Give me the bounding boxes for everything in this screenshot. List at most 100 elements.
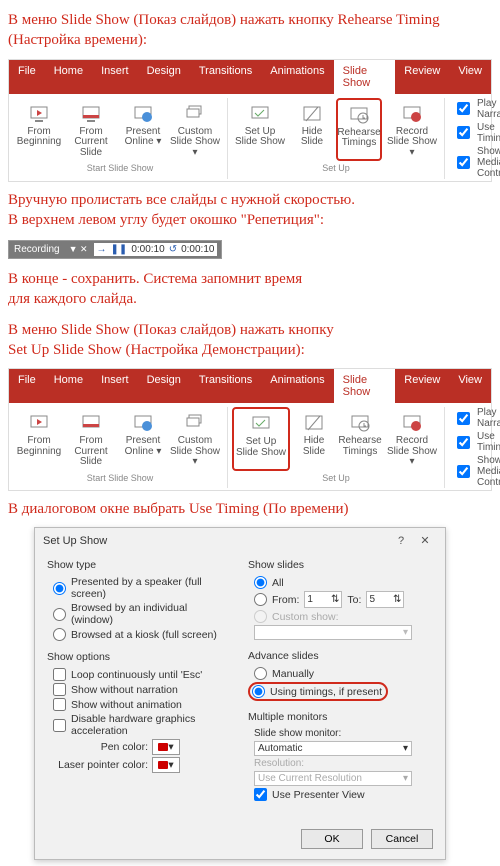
group-start-label: Start Slide Show xyxy=(87,473,154,483)
screen-globe-icon xyxy=(132,412,154,434)
help-icon[interactable]: ? xyxy=(389,535,413,547)
instruction-5: В диалоговом окне выбрать Use Timing (По… xyxy=(8,499,492,519)
use-timings-check[interactable]: Use Timings xyxy=(453,431,500,453)
tab-review[interactable]: Review xyxy=(395,369,449,403)
tab-transitions[interactable]: Transitions xyxy=(190,60,261,94)
from-beginning-button[interactable]: From Beginning xyxy=(17,407,61,471)
loop-esc-check[interactable]: Loop continuously until 'Esc' xyxy=(53,668,232,681)
tab-animations[interactable]: Animations xyxy=(261,369,333,403)
tab-home[interactable]: Home xyxy=(45,369,92,403)
from-current-button[interactable]: From Current Slide xyxy=(63,98,119,162)
chevron-down-icon: ▾ xyxy=(403,743,408,754)
show-options-heading: Show options xyxy=(47,651,232,663)
no-animation-check[interactable]: Show without animation xyxy=(53,698,232,711)
dialog-title: Set Up Show xyxy=(43,535,107,547)
recording-time-1: 0:00:10 xyxy=(131,244,164,255)
record-show-button[interactable]: Record Slide Show ▾ xyxy=(384,407,440,471)
play-narrations-check[interactable]: Play Narrations xyxy=(453,407,500,429)
custom-show-button[interactable]: Custom Slide Show ▾ xyxy=(167,98,223,162)
setup-show-button[interactable]: Set Up Slide Show xyxy=(232,98,288,162)
tab-design[interactable]: Design xyxy=(138,60,190,94)
slides-from-radio[interactable]: From: 1⇅ To: 5⇅ xyxy=(254,591,433,608)
showtype-individual-radio[interactable]: Browsed by an individual (window) xyxy=(53,602,232,626)
showtype-speaker-radio[interactable]: Presented by a speaker (full screen) xyxy=(53,576,232,600)
use-timings-check[interactable]: Use Timings xyxy=(453,122,500,144)
screen-play-bar-icon xyxy=(80,412,102,434)
screen-play-icon xyxy=(28,412,50,434)
screen-check-icon xyxy=(249,103,271,125)
group-setup-label: Set Up xyxy=(322,473,350,483)
to-spinner[interactable]: 5⇅ xyxy=(366,591,404,608)
tab-slideshow[interactable]: Slide Show xyxy=(334,369,396,403)
present-online-button[interactable]: Present Online ▾ xyxy=(121,98,165,162)
slides-all-radio[interactable]: All xyxy=(254,576,433,589)
tab-design[interactable]: Design xyxy=(138,369,190,403)
from-spinner[interactable]: 1⇅ xyxy=(304,591,342,608)
monitor-label: Slide show monitor: xyxy=(254,728,433,739)
resolution-label: Resolution: xyxy=(254,758,433,769)
cancel-button[interactable]: Cancel xyxy=(371,829,433,849)
play-narrations-check[interactable]: Play Narrations xyxy=(453,98,500,120)
instruction-1: В меню Slide Show (Показ слайдов) нажать… xyxy=(8,10,492,51)
ok-button[interactable]: OK xyxy=(301,829,363,849)
tab-insert[interactable]: Insert xyxy=(92,369,138,403)
media-controls-check[interactable]: Show Media Controls xyxy=(453,146,500,179)
tab-insert[interactable]: Insert xyxy=(92,60,138,94)
advance-timings-radio[interactable]: Using timings, if present xyxy=(252,685,382,698)
screen-record-icon xyxy=(401,412,423,434)
hide-slide-button[interactable]: Hide Slide xyxy=(290,98,334,162)
hide-slide-button[interactable]: Hide Slide xyxy=(292,407,336,471)
show-options-checks: Play Narrations Use Timings Show Media C… xyxy=(449,98,500,179)
rehearse-timings-button[interactable]: Rehearse Timings xyxy=(338,407,382,471)
custom-show-button[interactable]: Custom Slide Show ▾ xyxy=(167,407,223,471)
tab-file[interactable]: File xyxy=(9,369,45,403)
next-icon[interactable]: → xyxy=(97,244,107,255)
from-beginning-button[interactable]: From Beginning xyxy=(17,98,61,162)
screen-record-icon xyxy=(401,103,423,125)
presenter-view-check[interactable]: Use Presenter View xyxy=(254,788,433,801)
pen-color-label: Pen color: xyxy=(53,741,148,753)
screen-play-bar-icon xyxy=(80,103,102,125)
rehearse-timings-button[interactable]: Rehearse Timings xyxy=(336,98,382,162)
ribbon-1: File Home Insert Design Transitions Anim… xyxy=(8,59,492,182)
screen-play-icon xyxy=(28,103,50,125)
group-start-label: Start Slide Show xyxy=(87,163,154,173)
record-show-button[interactable]: Record Slide Show ▾ xyxy=(384,98,440,162)
screens-stack-icon xyxy=(184,412,206,434)
pause-icon[interactable]: ❚❚ xyxy=(111,244,128,255)
tab-strip: File Home Insert Design Transitions Anim… xyxy=(9,60,491,94)
showtype-kiosk-radio[interactable]: Browsed at a kiosk (full screen) xyxy=(53,628,232,641)
instruction-2: Вручную пролистать все слайды с нужной с… xyxy=(8,190,492,231)
show-slides-heading: Show slides xyxy=(248,559,433,571)
advance-slides-heading: Advance slides xyxy=(248,650,433,662)
pen-color-picker[interactable]: ▾ xyxy=(152,739,180,755)
slide-off-icon xyxy=(301,103,323,125)
tab-slideshow[interactable]: Slide Show xyxy=(334,60,396,94)
tab-view[interactable]: View xyxy=(449,60,491,94)
monitor-combo[interactable]: Automatic▾ xyxy=(254,741,412,756)
laser-color-picker[interactable]: ▾ xyxy=(152,757,180,773)
advance-manual-radio[interactable]: Manually xyxy=(254,667,433,680)
tab-review[interactable]: Review xyxy=(395,60,449,94)
screen-check-icon xyxy=(250,413,272,435)
resolution-combo: Use Current Resolution▾ xyxy=(254,771,412,786)
present-online-button[interactable]: Present Online ▾ xyxy=(121,407,165,471)
from-current-button[interactable]: From Current Slide xyxy=(63,407,119,471)
disable-hw-check[interactable]: Disable hardware graphics acceleration xyxy=(53,713,232,737)
media-controls-check[interactable]: Show Media Controls xyxy=(453,455,500,488)
show-type-heading: Show type xyxy=(47,559,232,571)
close-icon[interactable]: ✕ xyxy=(413,534,437,547)
instruction-3: В конце - сохранить. Система запомнит вр… xyxy=(8,269,492,310)
tab-animations[interactable]: Animations xyxy=(261,60,333,94)
tab-view[interactable]: View xyxy=(449,369,491,403)
tab-transitions[interactable]: Transitions xyxy=(190,369,261,403)
tab-strip: File Home Insert Design Transitions Anim… xyxy=(9,369,491,403)
recording-close-icon[interactable]: ▼ ✕ xyxy=(69,244,88,255)
no-narration-check[interactable]: Show without narration xyxy=(53,683,232,696)
tab-file[interactable]: File xyxy=(9,60,45,94)
tab-home[interactable]: Home xyxy=(45,60,92,94)
group-setup-label: Set Up xyxy=(322,163,350,173)
setup-show-button[interactable]: Set Up Slide Show xyxy=(232,407,290,471)
repeat-icon[interactable]: ↺ xyxy=(169,244,177,255)
recording-toolbar: Recording ▼ ✕ → ❚❚ 0:00:10 ↺ 0:00:10 xyxy=(8,240,222,259)
